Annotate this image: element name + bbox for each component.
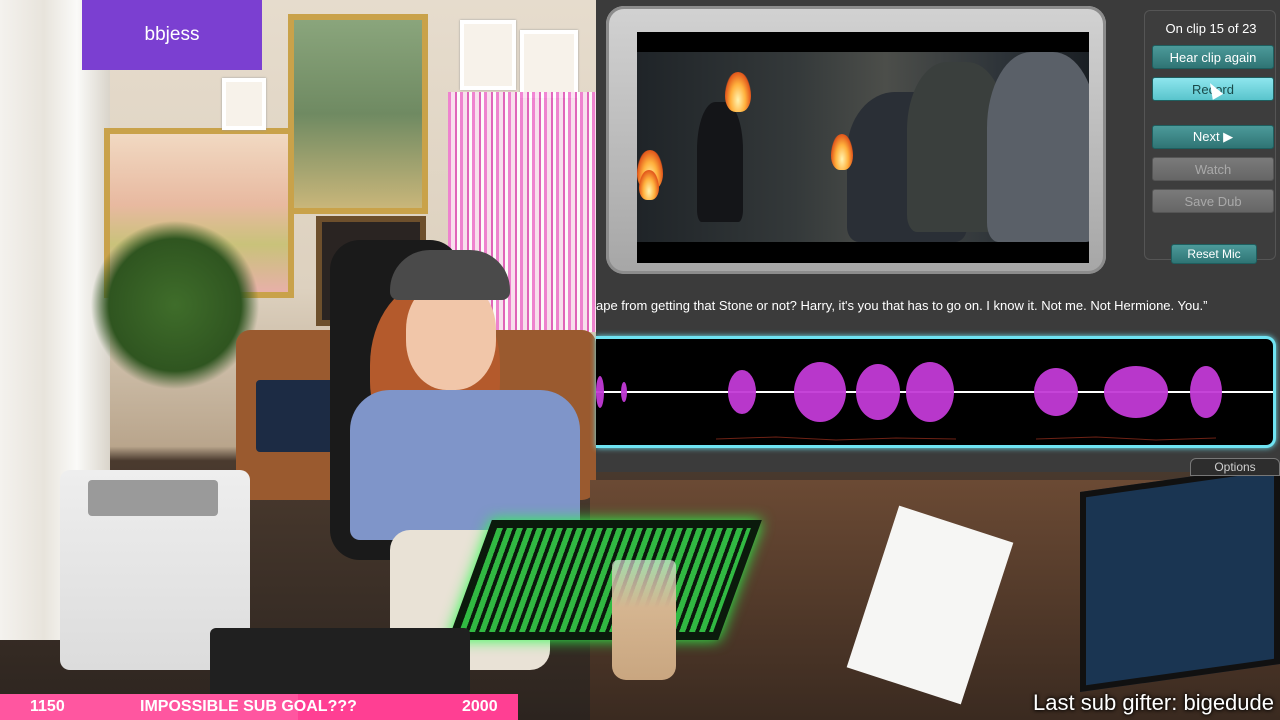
flower-print <box>222 78 266 130</box>
options-tab[interactable]: Options <box>1190 458 1280 476</box>
clip-counter: On clip 15 of 23 <box>1165 21 1257 36</box>
rgb-keyboard <box>448 520 762 640</box>
fire-icon <box>831 134 853 170</box>
voice-processor <box>210 628 470 698</box>
fire-icon <box>639 170 659 200</box>
reset-mic-button[interactable]: Reset Mic <box>1171 244 1257 264</box>
movie-clip-player[interactable] <box>637 32 1089 263</box>
movie-scene <box>637 52 1089 242</box>
sub-goal-bar: 1150 IMPOSSIBLE SUB GOAL??? 2000 <box>0 694 518 720</box>
save-dub-button[interactable]: Save Dub <box>1152 189 1274 213</box>
pokemon-print <box>520 30 578 98</box>
channel-sign: bbjess <box>82 0 262 70</box>
tv-frame <box>606 6 1106 274</box>
iced-coffee-cup <box>612 560 676 680</box>
dubbing-game-window: On clip 15 of 23 Hear clip again Record … <box>596 0 1280 472</box>
sub-goal-target: 2000 <box>462 698 498 715</box>
last-sub-gifter: Last sub gifter: bigedude <box>1033 690 1274 715</box>
pokemon-print <box>460 20 516 90</box>
portrait-painting <box>288 14 428 214</box>
potted-plant <box>90 220 260 390</box>
audio-waveform[interactable] <box>596 336 1276 448</box>
stream-screen: bbjess On clip 15 of 23 Hear clip again … <box>0 0 1280 720</box>
fire-icon <box>725 72 751 112</box>
clip-subtitle: ape from getting that Stone or not? Harr… <box>596 298 1208 313</box>
sub-goal-title: IMPOSSIBLE SUB GOAL??? <box>140 698 357 715</box>
clip-controls: On clip 15 of 23 Hear clip again Record … <box>1144 10 1276 264</box>
next-button[interactable]: Next ▶ <box>1152 125 1274 149</box>
sub-goal-current: 1150 <box>30 698 65 715</box>
watch-button[interactable]: Watch <box>1152 157 1274 181</box>
side-monitor <box>1080 463 1280 693</box>
hear-clip-again-button[interactable]: Hear clip again <box>1152 45 1274 69</box>
